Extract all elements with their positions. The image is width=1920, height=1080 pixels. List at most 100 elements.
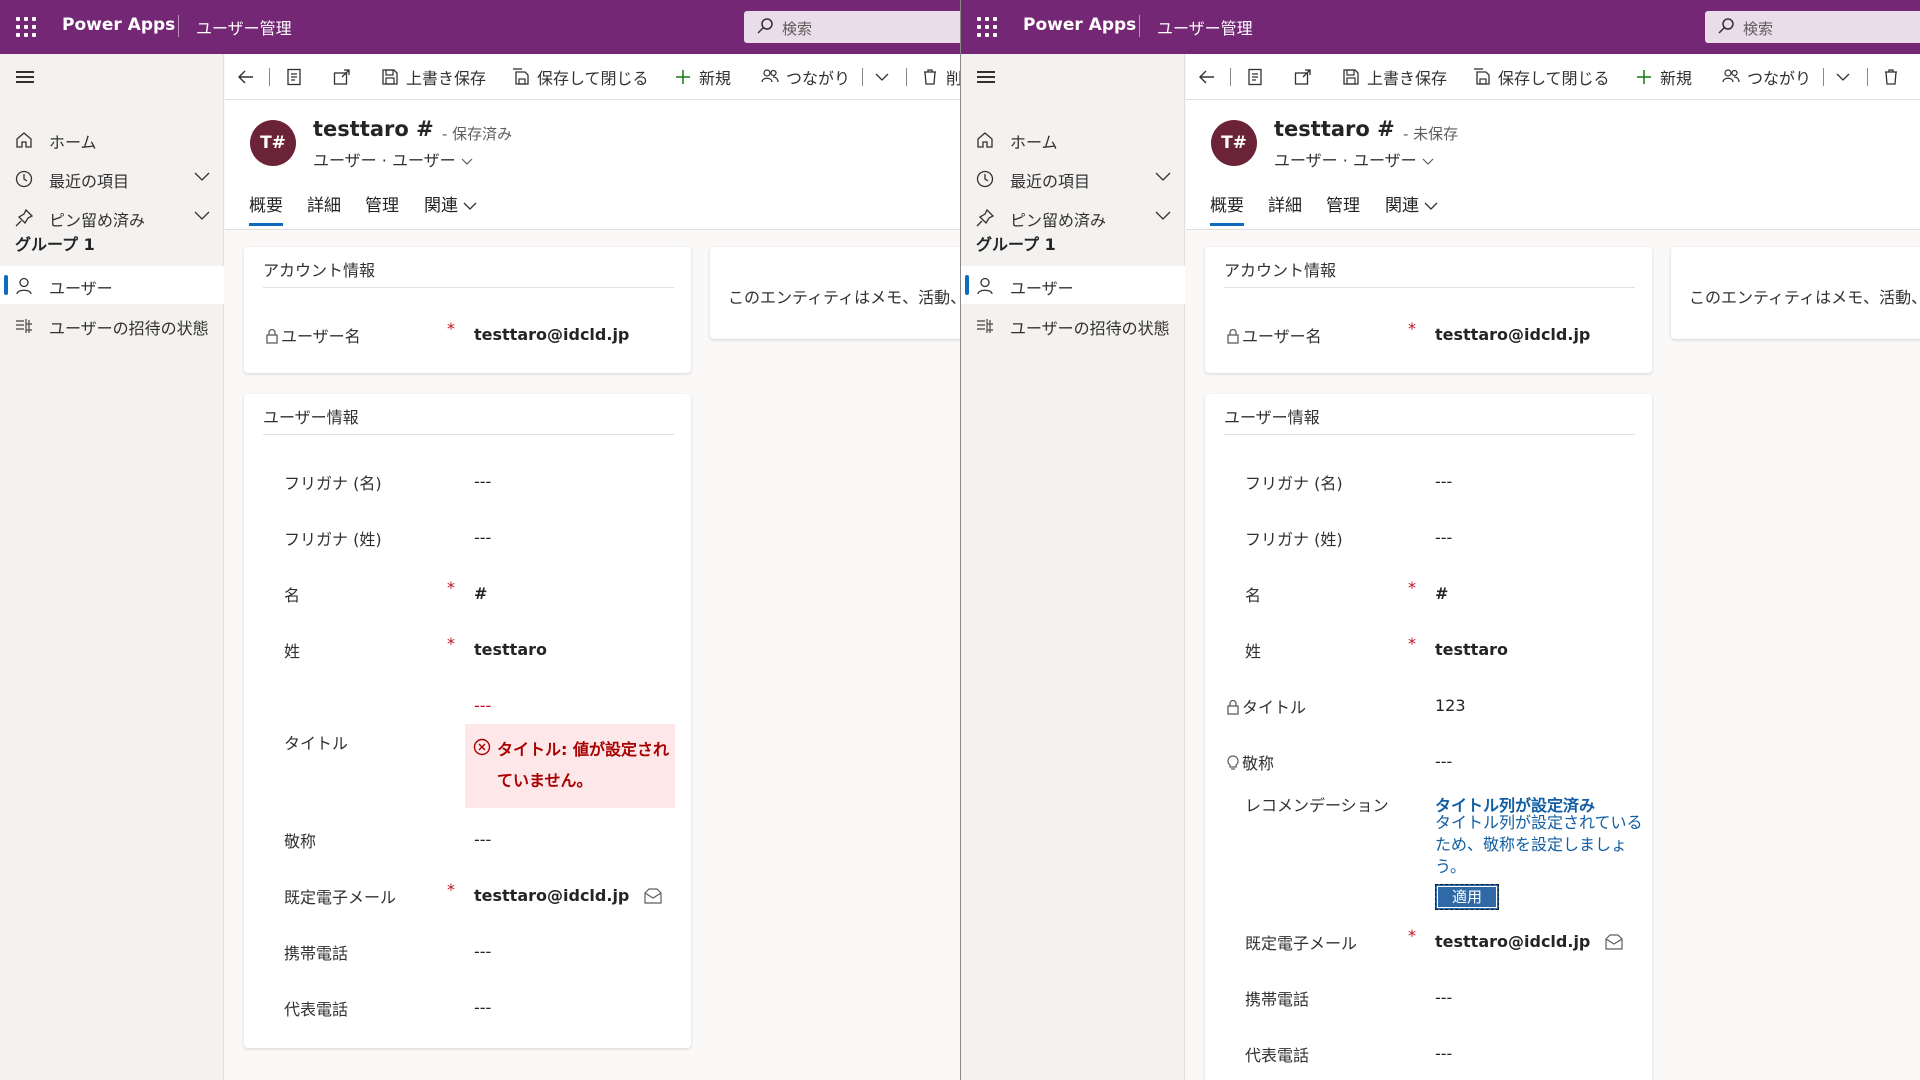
field-value[interactable]: ---	[1435, 528, 1452, 547]
chevron-down-icon	[1836, 73, 1850, 81]
section-title: ユーザー情報	[1224, 408, 1320, 427]
search-placeholder: 検索	[782, 20, 813, 38]
apply-button[interactable]: 適用	[1435, 884, 1499, 910]
send-email-icon[interactable]	[644, 888, 662, 904]
entity-selector[interactable]: ユーザー · ユーザー	[1274, 147, 1434, 171]
field-value[interactable]: ---	[474, 942, 491, 961]
divider	[1224, 287, 1635, 288]
tab-details[interactable]: 詳細	[1268, 191, 1302, 216]
entity-selector[interactable]: ユーザー · ユーザー	[313, 147, 473, 171]
app-name[interactable]: Power Apps	[1023, 15, 1136, 35]
hamburger-icon[interactable]	[16, 71, 34, 83]
field-value[interactable]: testtaro@idcld.jp	[474, 886, 629, 905]
sidebar-item-users[interactable]: ユーザー	[0, 266, 224, 304]
panel-saved: Power Apps ユーザー管理 検索 ホーム 最近の項目 ピン留め済み グル…	[0, 0, 960, 1080]
tab-summary[interactable]: 概要	[1210, 191, 1244, 226]
sidebar-item-users[interactable]: ユーザー	[961, 266, 1185, 304]
save-close-button[interactable]: 保存して閉じる	[512, 54, 649, 100]
app-name[interactable]: Power Apps	[62, 15, 175, 35]
divider	[1823, 68, 1824, 86]
field-value[interactable]: ---	[1435, 1044, 1452, 1063]
save-close-button[interactable]: 保存して閉じる	[1473, 54, 1610, 100]
field-value[interactable]: ---	[474, 696, 491, 715]
username-value: testtaro@idcld.jp	[474, 325, 630, 344]
field-value[interactable]: ---	[1435, 988, 1452, 1007]
notes-card: このエンティティはメモ、活動、	[1671, 247, 1920, 339]
field-furigana-first: フリガナ (名) ---	[1205, 460, 1652, 500]
sidebar-item-home[interactable]: ホーム	[0, 120, 224, 158]
sidebar-item-invitations[interactable]: ユーザーの招待の状態	[961, 306, 1185, 344]
field-label: 名	[1245, 586, 1262, 605]
tab-admin[interactable]: 管理	[1326, 191, 1360, 216]
field-label: 代表電話	[1245, 1046, 1310, 1065]
field-label: 姓	[284, 642, 301, 661]
connect-button[interactable]: つながり	[1722, 54, 1811, 100]
chevron-down-icon[interactable]	[194, 172, 210, 182]
sidebar-item-label: 最近の項目	[49, 172, 130, 191]
new-button[interactable]: 新規	[1635, 54, 1692, 100]
app-page-title: ユーザー管理	[196, 19, 292, 38]
app-launcher-icon[interactable]	[16, 17, 36, 37]
open-new-window-button[interactable]	[1294, 54, 1319, 100]
field-value[interactable]: testtaro@idcld.jp	[1435, 932, 1590, 951]
sidebar-item-recent[interactable]: 最近の項目	[0, 159, 224, 197]
sidebar-item-invitations[interactable]: ユーザーの招待の状態	[0, 306, 224, 344]
field-value[interactable]: ---	[474, 472, 491, 491]
sidebar-item-recent[interactable]: 最近の項目	[961, 159, 1185, 197]
field-value[interactable]: ---	[1435, 752, 1452, 771]
field-email: 既定電子メール * testtaro@idcld.jp	[244, 874, 691, 914]
more-dropdown-button[interactable]	[1834, 54, 1859, 100]
send-email-icon[interactable]	[1605, 934, 1623, 950]
back-button[interactable]	[237, 54, 262, 100]
save-button[interactable]: 上書き保存	[381, 54, 486, 100]
field-main-phone: 代表電話 ---	[1205, 1032, 1652, 1072]
field-label: レコメンデーション	[1245, 796, 1389, 815]
new-label: 新規	[1660, 69, 1693, 88]
tab-admin[interactable]: 管理	[365, 191, 399, 216]
save-label: 上書き保存	[1367, 69, 1448, 88]
field-value[interactable]: ---	[474, 830, 491, 849]
field-value[interactable]: testtaro	[474, 640, 547, 659]
field-value[interactable]: #	[474, 584, 487, 603]
tab-summary[interactable]: 概要	[249, 191, 283, 226]
field-label: タイトル	[1226, 694, 1306, 718]
delete-button[interactable]	[1882, 54, 1907, 100]
field-value[interactable]: ---	[1435, 472, 1452, 491]
divider	[263, 434, 674, 435]
field-value[interactable]: ---	[474, 528, 491, 547]
delete-button[interactable]: 削	[921, 54, 960, 100]
chevron-down-icon[interactable]	[194, 211, 210, 221]
command-bar: 上書き保存 保存して閉じる 新規 つながり 削	[225, 54, 960, 100]
back-button[interactable]	[1198, 54, 1223, 100]
save-button[interactable]: 上書き保存	[1342, 54, 1447, 100]
new-button[interactable]: 新規	[674, 54, 731, 100]
required-indicator: *	[447, 319, 455, 338]
field-value[interactable]: ---	[474, 998, 491, 1017]
person-icon	[977, 277, 993, 295]
sidebar-item-home[interactable]: ホーム	[961, 120, 1185, 158]
hamburger-icon[interactable]	[977, 71, 995, 83]
search-box[interactable]: 検索	[1705, 11, 1920, 43]
tab-related[interactable]: 関連	[1385, 191, 1438, 216]
tab-details[interactable]: 詳細	[307, 191, 341, 216]
app-launcher-icon[interactable]	[977, 17, 997, 37]
form-button[interactable]	[285, 54, 310, 100]
search-icon	[757, 18, 773, 34]
form-button[interactable]	[1246, 54, 1271, 100]
field-last-name: 姓 * testtaro	[1205, 628, 1652, 668]
chevron-down-icon[interactable]	[1155, 211, 1171, 221]
clock-icon	[15, 170, 33, 188]
invitation-status-icon	[977, 319, 993, 333]
field-value[interactable]: #	[1435, 584, 1448, 603]
field-label: 既定電子メール	[284, 888, 397, 907]
tab-related[interactable]: 関連	[424, 191, 477, 216]
open-new-window-button[interactable]	[333, 54, 358, 100]
lock-icon	[1227, 699, 1239, 715]
tab-label: 関連	[1385, 196, 1419, 216]
chevron-down-icon[interactable]	[1155, 172, 1171, 182]
field-value[interactable]: testtaro	[1435, 640, 1508, 659]
search-box[interactable]: 検索	[744, 11, 960, 43]
field-label-text: 敬称	[1242, 754, 1275, 773]
connect-button[interactable]: つながり	[761, 54, 850, 100]
more-dropdown-button[interactable]	[873, 54, 898, 100]
